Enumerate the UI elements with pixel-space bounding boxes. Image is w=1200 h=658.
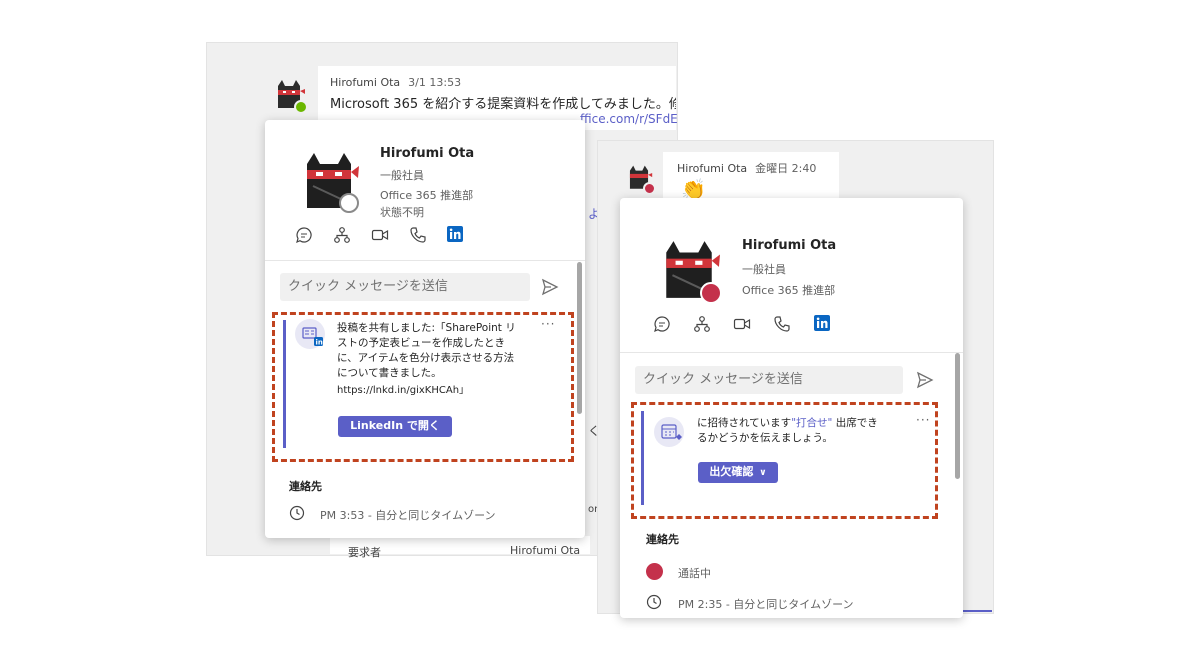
activity-accent-bar [641, 411, 644, 505]
clock-icon [289, 505, 305, 525]
clock-icon [646, 594, 662, 614]
right-chat-divider [962, 610, 992, 612]
activity-text-line: に、アイテムを色分け表示させる方法 [337, 352, 515, 364]
profile-department: Office 365 推進部 [742, 284, 836, 297]
profile-name: Hirofumi Ota [742, 238, 837, 253]
more-options-icon[interactable]: ··· [541, 317, 555, 331]
scrollbar[interactable] [577, 262, 582, 414]
phone-icon[interactable] [773, 315, 791, 337]
highlighted-activity: in 投稿を共有しました:「SharePoint リ ストの予定表ビューを作成し… [272, 312, 574, 462]
requester-label: 要求者 [348, 546, 381, 559]
org-chart-icon[interactable] [333, 226, 351, 248]
quick-message-input[interactable]: クイック メッセージを送信 [280, 273, 530, 301]
highlighted-activity: に招待されています"打合せ" 出席でき るかどうかを伝えましょう。 ··· 出欠… [631, 402, 938, 519]
divider [265, 260, 585, 261]
presence-busy-dot [643, 182, 656, 195]
meeting-name-link[interactable]: "打合せ" [791, 417, 832, 429]
linkedin-icon[interactable] [447, 226, 463, 246]
left-chat-avatar[interactable] [272, 78, 308, 114]
timezone-info: PM 3:53 - 自分と同じタイムゾーン [320, 509, 496, 522]
open-linkedin-button[interactable]: LinkedIn で開く [338, 416, 452, 437]
rsvp-button[interactable]: 出欠確認 ∨ [698, 462, 778, 483]
activity-accent-bar [283, 320, 286, 448]
chat-icon[interactable] [295, 226, 313, 248]
activity-text-line: るかどうかを伝えましょう。 [697, 432, 833, 444]
right-chat-avatar[interactable] [625, 164, 656, 195]
message-time: 金曜日 2:40 [755, 162, 817, 175]
send-icon[interactable] [916, 371, 934, 393]
chevron-down-icon: ∨ [759, 468, 767, 478]
contact-section-title: 連絡先 [646, 533, 679, 546]
activity-url[interactable]: https://lnkd.in/gixKHCAh」 [337, 383, 542, 398]
activity-text-line: ストの予定表ビューを作成したとき [337, 337, 505, 349]
phone-icon[interactable] [409, 226, 427, 248]
activity-text: に招待されています"打合せ" 出席でき るかどうかを伝えましょう。 [697, 416, 912, 446]
presence-unknown-dot [339, 193, 359, 213]
busy-status-icon [646, 563, 663, 580]
message-time: 3/1 13:53 [408, 76, 462, 89]
timezone-info: PM 2:35 - 自分と同じタイムゾーン [678, 598, 854, 611]
requester-value: Hirofumi Ota [510, 544, 581, 557]
clap-emoji: 👏 [681, 177, 706, 201]
presence-busy-dot [700, 282, 722, 304]
presence-status: 通話中 [678, 567, 711, 580]
presence-available-dot [294, 100, 308, 114]
activity-text-line: について書きました。 [337, 367, 442, 379]
left-profile-card: Hirofumi Ota 一般社員 Office 365 推進部 状態不明 クイ… [265, 120, 585, 538]
profile-status: 状態不明 [380, 206, 424, 219]
svg-text:in: in [316, 339, 323, 347]
message-header: Hirofumi Ota 3/1 13:53 [330, 76, 461, 89]
profile-title: 一般社員 [742, 263, 786, 276]
video-call-icon[interactable] [371, 226, 389, 248]
send-icon[interactable] [541, 278, 559, 300]
video-call-icon[interactable] [733, 315, 751, 337]
scrollbar[interactable] [955, 353, 960, 479]
profile-avatar[interactable] [658, 238, 722, 304]
message-text: Microsoft 365 を紹介する提案資料を作成してみました。修正点や [330, 97, 676, 112]
activity-text-part: 出席でき [832, 417, 878, 429]
quick-message-input[interactable]: クイック メッセージを送信 [635, 366, 903, 394]
divider [620, 352, 963, 353]
more-options-icon[interactable]: ··· [916, 413, 930, 427]
profile-department: Office 365 推進部 [380, 189, 474, 202]
message-link[interactable]: ffice.com/r/SFdE [580, 112, 678, 126]
shared-post-icon: in [295, 319, 325, 349]
contact-section-title: 連絡先 [289, 480, 322, 493]
message-sender: Hirofumi Ota [330, 76, 401, 89]
message-sender: Hirofumi Ota [677, 162, 748, 175]
activity-item[interactable]: に招待されています"打合せ" 出席でき るかどうかを伝えましょう。 ··· 出欠… [654, 413, 929, 508]
chat-icon[interactable] [653, 315, 671, 337]
rsvp-button-label: 出欠確認 [709, 465, 754, 478]
profile-name: Hirofumi Ota [380, 146, 475, 161]
calendar-icon [654, 417, 684, 447]
profile-avatar[interactable] [299, 150, 359, 213]
org-chart-icon[interactable] [693, 315, 711, 337]
right-profile-card: Hirofumi Ota 一般社員 Office 365 推進部 クイック メッ… [620, 198, 963, 618]
linkedin-icon[interactable] [814, 315, 830, 335]
activity-text: 投稿を共有しました:「SharePoint リ ストの予定表ビューを作成したとき… [337, 321, 542, 398]
activity-text-part: に招待されています [697, 417, 792, 429]
requester-row: 要求者 Hirofumi Ota [330, 536, 590, 559]
right-chat-message[interactable]: Hirofumi Ota 金曜日 2:40 👏 [663, 152, 839, 202]
profile-title: 一般社員 [380, 169, 424, 182]
activity-item[interactable]: in 投稿を共有しました:「SharePoint リ ストの予定表ビューを作成し… [295, 317, 565, 454]
message-header: Hirofumi Ota 金曜日 2:40 [677, 160, 816, 176]
activity-text-line: 投稿を共有しました:「SharePoint リ [337, 322, 516, 334]
